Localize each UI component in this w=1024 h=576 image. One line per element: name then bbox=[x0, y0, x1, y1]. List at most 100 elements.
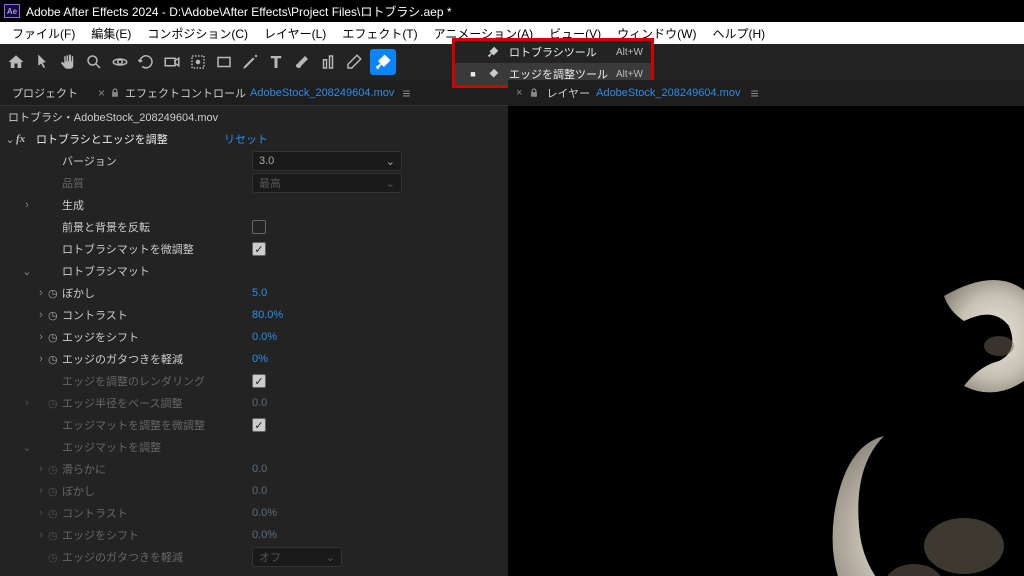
edge-rendering-checkbox[interactable]: ✓ bbox=[252, 374, 266, 388]
prop-value[interactable]: 0.0% bbox=[252, 331, 277, 343]
prop-label: ロトブラシマットを微調整 bbox=[62, 241, 252, 257]
prop-version: バージョン 3.0⌄ bbox=[0, 150, 508, 172]
disclosure-right-icon[interactable]: › bbox=[34, 287, 48, 299]
prop-blur2: ›◷ ぼかし 0.0 bbox=[0, 480, 508, 502]
stopwatch-icon[interactable]: ◷ bbox=[48, 309, 62, 322]
zoom-tool-icon[interactable] bbox=[84, 52, 104, 72]
check-icon: ■ bbox=[469, 69, 477, 79]
orbit-tool-icon[interactable] bbox=[110, 52, 130, 72]
reset-link[interactable]: リセット bbox=[224, 131, 508, 147]
prop-value[interactable]: 0% bbox=[252, 353, 268, 365]
disclosure-right-icon[interactable]: › bbox=[34, 309, 48, 321]
disclosure-right-icon[interactable]: › bbox=[34, 353, 48, 365]
prop-contrast: ›◷ コントラスト 80.0% bbox=[0, 304, 508, 326]
prop-label: ぼかし bbox=[62, 285, 252, 301]
stopwatch-icon[interactable]: ◷ bbox=[48, 331, 62, 344]
prop-value[interactable]: 80.0% bbox=[252, 309, 283, 321]
hand-tool-icon[interactable] bbox=[58, 52, 78, 72]
prop-quality: 品質 最高⌄ bbox=[0, 172, 508, 194]
stopwatch-icon[interactable]: ◷ bbox=[48, 353, 62, 366]
roto-brush-tool-icon[interactable] bbox=[370, 49, 396, 75]
selection-tool-icon[interactable] bbox=[32, 52, 52, 72]
tab-clip-link[interactable]: AdobeStock_208249604.mov bbox=[596, 87, 740, 99]
disclosure-right-icon[interactable]: › bbox=[34, 331, 48, 343]
prop-generate: › 生成 bbox=[0, 194, 508, 216]
panel-menu-icon[interactable]: ≡ bbox=[402, 85, 409, 101]
tab-effect-controls[interactable]: × エフェクトコントロール AdobeStock_208249604.mov ≡ bbox=[90, 80, 418, 105]
invert-checkbox[interactable] bbox=[252, 220, 266, 234]
brush-tool-icon[interactable] bbox=[292, 52, 312, 72]
finetune-checkbox[interactable]: ✓ bbox=[252, 242, 266, 256]
quality-select: 最高⌄ bbox=[252, 173, 402, 193]
rotate-tool-icon[interactable] bbox=[136, 52, 156, 72]
prop-reduce-chatter: ›◷ エッジのガタつきを軽減 0% bbox=[0, 348, 508, 370]
viewer-canvas[interactable] bbox=[508, 106, 1024, 576]
menu-edit[interactable]: 編集(E) bbox=[83, 23, 139, 44]
menu-help[interactable]: ヘルプ(H) bbox=[705, 23, 774, 44]
close-icon[interactable]: × bbox=[98, 86, 105, 100]
menu-layer[interactable]: レイヤー(L) bbox=[256, 23, 334, 44]
eraser-tool-icon[interactable] bbox=[344, 52, 364, 72]
close-icon[interactable]: × bbox=[516, 87, 522, 99]
app-logo: Ae bbox=[4, 4, 20, 18]
text-tool-icon[interactable] bbox=[266, 52, 286, 72]
panel-tab-row: × レイヤー AdobeStock_208249604.mov ≡ bbox=[508, 80, 1024, 106]
disclosure-down-icon[interactable]: ⌄ bbox=[20, 441, 34, 454]
prop-smooth: ›◷ 滑らかに 0.0 bbox=[0, 458, 508, 480]
lock-icon[interactable] bbox=[109, 87, 121, 99]
prop-label: 前景と背景を反転 bbox=[62, 219, 252, 235]
fx-icon[interactable]: fx bbox=[16, 133, 32, 145]
prop-finetune: ロトブラシマットを微調整 ✓ bbox=[0, 238, 508, 260]
tab-label: エフェクトコントロール bbox=[125, 85, 246, 101]
prop-value[interactable]: 5.0 bbox=[252, 287, 267, 299]
titlebar: Ae Adobe After Effects 2024 - D:\Adobe\A… bbox=[0, 0, 1024, 22]
prop-label: エッジマットを調整 bbox=[62, 439, 252, 455]
anchor-tool-icon[interactable] bbox=[188, 52, 208, 72]
tab-clip-link[interactable]: AdobeStock_208249604.mov bbox=[250, 87, 394, 99]
panel-menu-icon[interactable]: ≡ bbox=[750, 85, 757, 101]
prop-label: エッジのガタつきを軽減 bbox=[62, 549, 252, 565]
lock-icon[interactable] bbox=[528, 87, 540, 99]
prop-value: 0.0 bbox=[252, 397, 267, 409]
disclosure-right-icon[interactable]: › bbox=[20, 199, 34, 211]
panel-tab-row: プロジェクト × エフェクトコントロール AdobeStock_20824960… bbox=[0, 80, 508, 106]
prop-matte-group: ⌄ ロトブラシマット bbox=[0, 260, 508, 282]
prop-label: エッジをシフト bbox=[62, 527, 252, 543]
prop-edgematte-group: ⌄ エッジマットを調整 bbox=[0, 436, 508, 458]
prop-value: 0.0% bbox=[252, 507, 277, 519]
edge-finetune-checkbox[interactable]: ✓ bbox=[252, 418, 266, 432]
window-title: Adobe After Effects 2024 - D:\Adobe\Afte… bbox=[26, 3, 452, 20]
prop-value: 0.0 bbox=[252, 463, 267, 475]
stopwatch-icon[interactable]: ◷ bbox=[48, 287, 62, 300]
pen-tool-icon[interactable] bbox=[240, 52, 260, 72]
rotobrush-icon bbox=[485, 44, 501, 60]
prop-label: 滑らかに bbox=[62, 461, 252, 477]
prop-label: エッジを調整のレンダリング bbox=[62, 373, 252, 389]
tab-project[interactable]: プロジェクト bbox=[4, 80, 86, 105]
clone-tool-icon[interactable] bbox=[318, 52, 338, 72]
menu-composition[interactable]: コンポジション(C) bbox=[139, 23, 256, 44]
prop-edge-shift: ›◷ エッジをシフト 0.0% bbox=[0, 326, 508, 348]
disclosure-down-icon[interactable]: ⌄ bbox=[20, 265, 34, 278]
camera-tool-icon[interactable] bbox=[162, 52, 182, 72]
prop-label: 品質 bbox=[62, 175, 252, 191]
prop-label: エッジマットを調整を微調整 bbox=[62, 417, 252, 433]
version-select[interactable]: 3.0⌄ bbox=[252, 151, 402, 171]
tool-dropdown-item-shortcut: Alt+W bbox=[616, 69, 643, 80]
tool-dropdown-item-rotobrush[interactable]: ロトブラシツール Alt+W bbox=[455, 41, 651, 63]
prop-label: ロトブラシマット bbox=[62, 263, 252, 279]
disclosure-right-icon[interactable]: › bbox=[20, 397, 34, 409]
menu-effect[interactable]: エフェクト(T) bbox=[334, 23, 425, 44]
breadcrumb: ロトブラシ・AdobeStock_208249604.mov bbox=[0, 106, 508, 128]
prop-edge-rendering: エッジを調整のレンダリング ✓ bbox=[0, 370, 508, 392]
menu-file[interactable]: ファイル(F) bbox=[4, 23, 83, 44]
prop-edge-radius: ›◷ エッジ半径をベース調整 0.0 bbox=[0, 392, 508, 414]
effect-controls-panel: プロジェクト × エフェクトコントロール AdobeStock_20824960… bbox=[0, 80, 508, 576]
effect-name: ロトブラシとエッジを調整 bbox=[32, 131, 168, 147]
home-icon[interactable] bbox=[6, 52, 26, 72]
rect-tool-icon[interactable] bbox=[214, 52, 234, 72]
prop-label: ぼかし bbox=[62, 483, 252, 499]
prop-label: コントラスト bbox=[62, 505, 252, 521]
disclosure-down-icon[interactable]: ⌄ bbox=[4, 133, 16, 146]
prop-label: 生成 bbox=[62, 197, 252, 213]
